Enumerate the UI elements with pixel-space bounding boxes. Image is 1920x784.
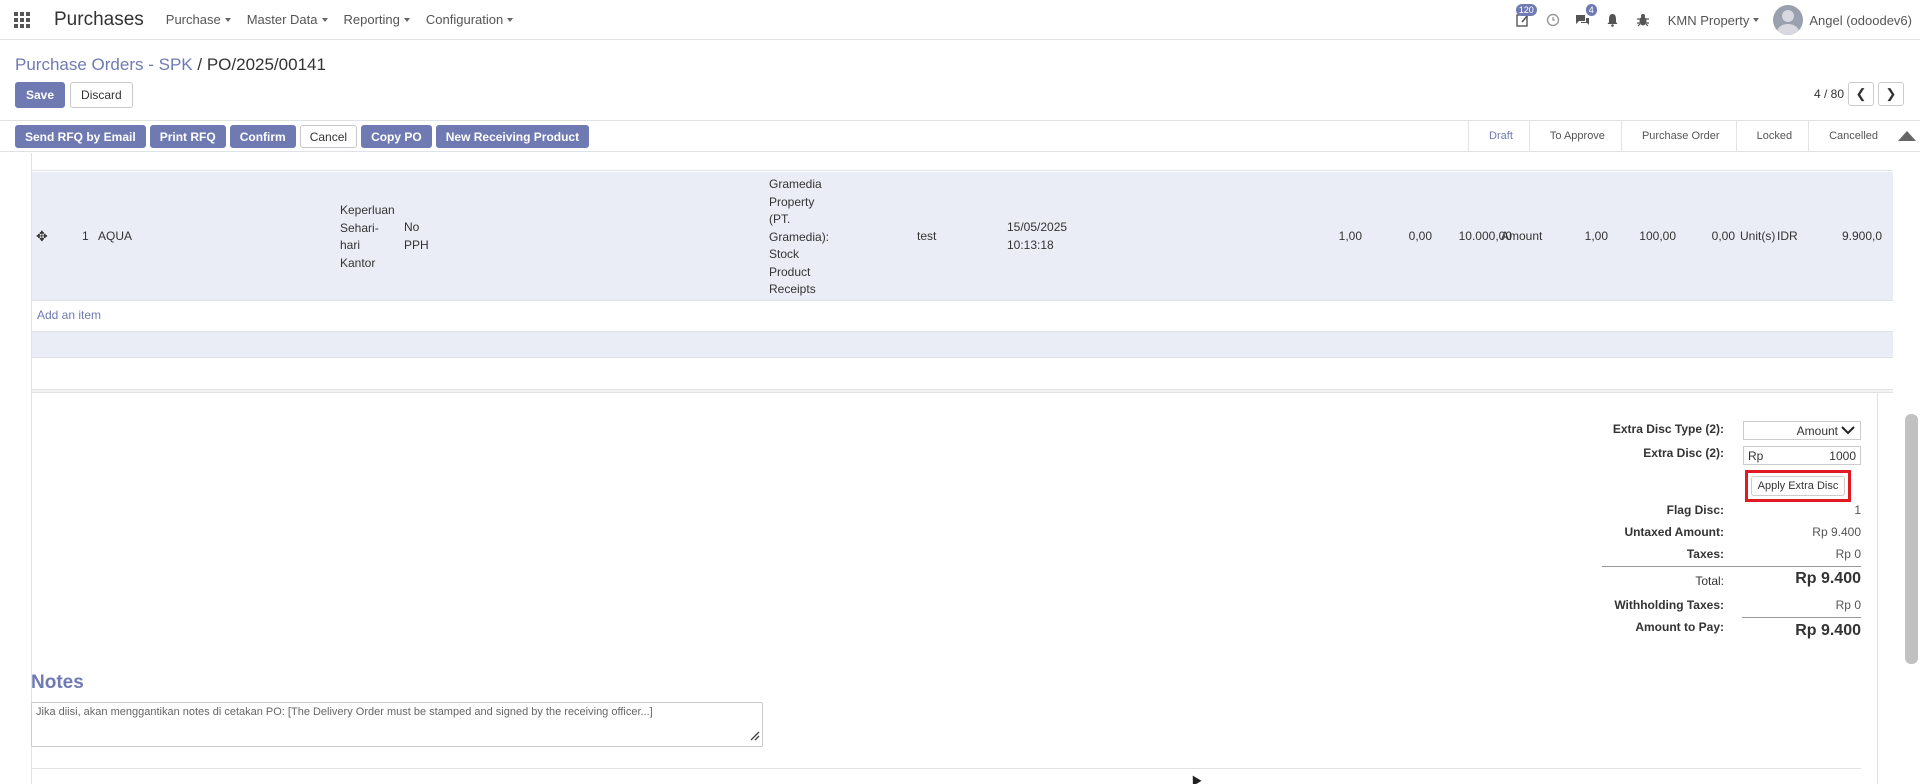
- total-label: Total:: [1695, 574, 1724, 588]
- stage-purchase-order[interactable]: Purchase Order: [1620, 121, 1736, 151]
- save-button[interactable]: Save: [15, 82, 66, 108]
- add-item-link[interactable]: Add an item: [37, 308, 101, 322]
- bell-icon[interactable]: [1605, 12, 1621, 28]
- bug-icon[interactable]: [1635, 12, 1651, 28]
- breadcrumb: Purchase Orders - SPK / PO/2025/00141: [15, 55, 326, 75]
- chevron-down-icon: [1841, 424, 1855, 438]
- line-disc-type[interactable]: Amount: [1501, 228, 1542, 246]
- scroll-up-icon[interactable]: [1894, 121, 1920, 151]
- stage-bar: Draft To Approve Purchase Order Locked C…: [1468, 121, 1920, 151]
- order-lines-header: [32, 153, 1893, 171]
- line-subtotal: 9.900,0: [1842, 229, 1883, 243]
- line-uom[interactable]: Unit(s): [1740, 228, 1775, 246]
- breadcrumb-separator: /: [197, 55, 203, 74]
- taxes-value: Rp 0: [1835, 547, 1861, 561]
- untaxed-amount-value: Rp 9.400: [1812, 525, 1861, 539]
- menu-master-data[interactable]: Master Data: [247, 12, 328, 27]
- menu-configuration[interactable]: Configuration: [426, 12, 514, 27]
- caret-down-icon: [321, 17, 328, 22]
- messages-badge: 4: [1585, 4, 1597, 16]
- flag-disc-label: Flag Disc:: [1666, 503, 1724, 517]
- menu-purchase[interactable]: Purchase: [166, 12, 231, 27]
- drag-handle-icon[interactable]: ✥: [36, 228, 48, 246]
- new-receiving-product-button[interactable]: New Receiving Product: [435, 125, 590, 148]
- line-location[interactable]: Gramedia Property (PT. Gramedia): Stock …: [769, 176, 829, 299]
- extra-disc-type-select[interactable]: Amount: [1743, 421, 1861, 440]
- section-divider: [32, 389, 1893, 393]
- stage-to-approve[interactable]: To Approve: [1528, 121, 1621, 151]
- app-title[interactable]: Purchases: [54, 9, 144, 31]
- form-sheet: ✥ 1 AQUA Keperluan Sehari- hari Kantor N…: [31, 153, 1893, 784]
- extra-disc-type-label: Extra Disc Type (2):: [1612, 422, 1724, 436]
- print-rfq-button[interactable]: Print RFQ: [149, 125, 226, 148]
- line-extra[interactable]: 0,00: [1682, 228, 1735, 246]
- breadcrumb-parent[interactable]: Purchase Orders - SPK: [15, 55, 193, 74]
- notes-title: Notes: [31, 672, 84, 693]
- scrollbar-thumb[interactable]: [1905, 414, 1918, 664]
- pager-next-icon[interactable]: ❯: [1878, 82, 1904, 106]
- messages-icon[interactable]: 4: [1575, 4, 1597, 28]
- table-row[interactable]: ✥ 1 AQUA Keperluan Sehari- hari Kantor N…: [32, 172, 1893, 301]
- line-product[interactable]: AQUA: [98, 228, 132, 246]
- discard-button[interactable]: Discard: [70, 82, 133, 108]
- line-sequence: 1: [82, 229, 89, 243]
- pager: 4 / 80 ❮ ❯: [1814, 82, 1904, 106]
- apply-extra-disc-button[interactable]: Apply Extra Disc: [1750, 476, 1846, 496]
- caret-down-icon: [1753, 18, 1760, 22]
- total-value: Rp 9.400: [1795, 570, 1861, 587]
- line-disc-amount[interactable]: 100,00: [1612, 228, 1676, 246]
- pager-value[interactable]: 4 / 80: [1814, 87, 1844, 101]
- extra-disc-input[interactable]: Rp 1000: [1743, 446, 1861, 465]
- amount-to-pay-value: Rp 9.400: [1795, 622, 1861, 639]
- cancel-button[interactable]: Cancel: [299, 125, 358, 148]
- apply-extra-disc-highlight: Apply Extra Disc: [1745, 470, 1851, 502]
- company-switcher[interactable]: KMN Property: [1668, 13, 1760, 28]
- activity-badge: 120: [1515, 4, 1537, 16]
- breadcrumb-current: PO/2025/00141: [206, 55, 326, 74]
- amount-to-pay-label: Amount to Pay:: [1635, 620, 1724, 634]
- untaxed-amount-label: Untaxed Amount:: [1624, 525, 1724, 539]
- extra-disc-label: Extra Disc (2):: [1643, 446, 1724, 460]
- activity-edit-icon[interactable]: 120: [1515, 4, 1537, 28]
- taxes-label: Taxes:: [1686, 547, 1724, 561]
- clock-icon[interactable]: [1545, 12, 1561, 28]
- line-tax[interactable]: No PPH: [404, 219, 429, 254]
- withholding-taxes-value: Rp 0: [1835, 598, 1861, 612]
- line-qty-2[interactable]: 1,00: [1550, 228, 1608, 246]
- withholding-taxes-label: Withholding Taxes:: [1614, 598, 1724, 612]
- line-description[interactable]: test: [917, 228, 936, 246]
- notes-textarea[interactable]: Jika diisi, akan menggantikan notes di c…: [31, 702, 763, 747]
- user-menu[interactable]: Angel (odoodev6): [1809, 13, 1912, 28]
- statusbar: Send RFQ by Email Print RFQ Confirm Canc…: [0, 120, 1920, 152]
- line-disc[interactable]: 0,00: [1372, 228, 1432, 246]
- section-band: [32, 331, 1893, 358]
- stage-locked[interactable]: Locked: [1735, 121, 1808, 151]
- apps-menu-icon[interactable]: [0, 0, 44, 40]
- line-currency[interactable]: IDR: [1777, 228, 1798, 246]
- stage-draft[interactable]: Draft: [1468, 121, 1529, 151]
- notes-placeholder: Jika diisi, akan menggantikan notes di c…: [36, 706, 653, 718]
- menu-reporting[interactable]: Reporting: [344, 12, 410, 27]
- caret-down-icon: [507, 17, 514, 22]
- line-purpose[interactable]: Keperluan Sehari- hari Kantor: [340, 202, 395, 272]
- avatar[interactable]: [1773, 5, 1804, 35]
- stage-cancelled[interactable]: Cancelled: [1808, 121, 1894, 151]
- top-navbar: Purchases Purchase Master Data Reporting…: [0, 0, 1920, 40]
- currency-prefix: Rp: [1748, 448, 1764, 463]
- line-date[interactable]: 15/05/2025 10:13:18: [1007, 219, 1067, 254]
- pager-previous-icon[interactable]: ❮: [1848, 82, 1874, 106]
- systray: 120 4 KMN Property Angel (odoodev6): [1508, 0, 1912, 40]
- caret-down-icon: [403, 17, 410, 22]
- extra-disc-value[interactable]: 1000: [1829, 449, 1856, 463]
- line-qty[interactable]: 1,00: [1302, 228, 1362, 246]
- copy-po-button[interactable]: Copy PO: [361, 125, 432, 148]
- confirm-button[interactable]: Confirm: [229, 125, 296, 148]
- send-rfq-button[interactable]: Send RFQ by Email: [15, 125, 146, 148]
- resize-handle-icon[interactable]: [748, 729, 760, 744]
- flag-disc-value: 1: [1854, 503, 1861, 517]
- caret-down-icon: [224, 17, 231, 22]
